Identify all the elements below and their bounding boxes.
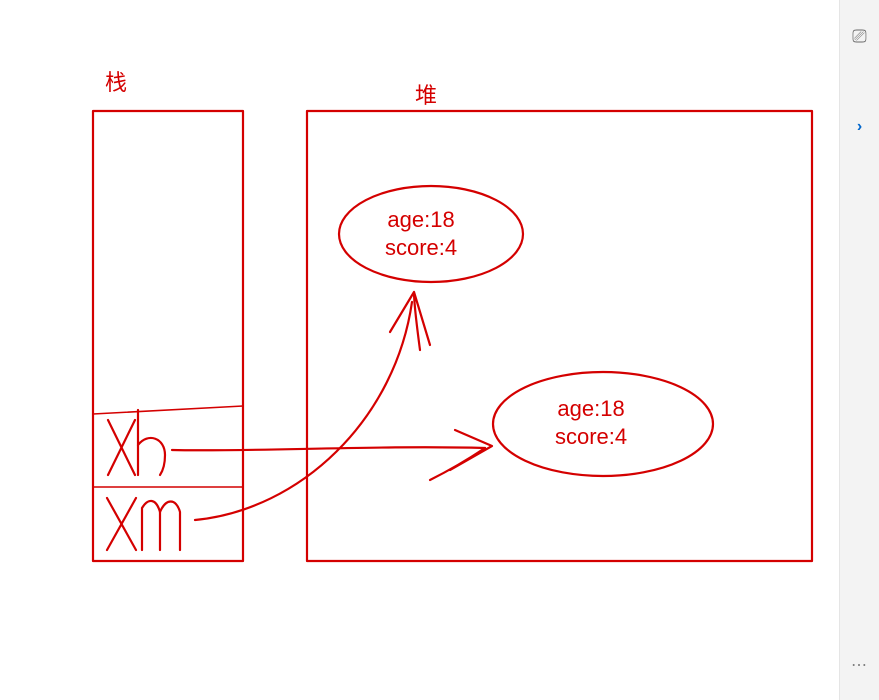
arrow-xh-to-obj2-head — [430, 430, 492, 480]
stack-divider-1 — [93, 406, 243, 414]
panel-icon[interactable]: ⎚ — [849, 25, 871, 47]
stack-label: 栈 — [105, 65, 127, 97]
arrow-xm-to-obj1 — [195, 302, 412, 520]
stack-var-xh — [108, 410, 165, 475]
stack-var-xm — [107, 498, 180, 550]
arrow-xm-to-obj1-head — [390, 292, 430, 350]
heap-object-2-text: age:18 score:4 — [555, 395, 627, 450]
heap-rect — [307, 111, 812, 561]
stack-rect — [93, 111, 243, 561]
heap-label: 堆 — [415, 78, 437, 110]
more-icon[interactable]: ⋯ — [851, 655, 868, 675]
diagram-canvas: 栈 堆 age:18 score:4 age:18 score:4 — [0, 0, 840, 700]
chevron-right-icon[interactable]: › — [857, 118, 862, 136]
arrow-xh-to-obj2 — [172, 447, 485, 450]
right-sidebar: ⎚ › ⋯ — [839, 0, 879, 700]
heap-object-1-text: age:18 score:4 — [385, 206, 457, 261]
